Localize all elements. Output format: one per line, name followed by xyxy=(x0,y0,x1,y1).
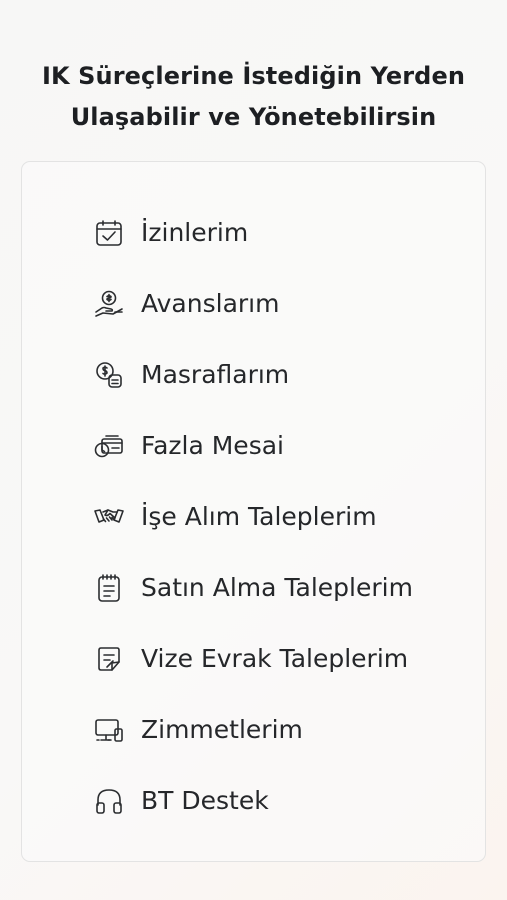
menu-item-label: Avanslarım xyxy=(141,289,280,318)
menu-item-izinlerim[interactable]: İzinlerim xyxy=(92,197,413,268)
clock-money-icon xyxy=(92,429,126,463)
monitor-device-icon xyxy=(92,713,126,747)
menu-item-label: Zimmetlerim xyxy=(141,715,303,744)
menu-item-label: İşe Alım Taleplerim xyxy=(141,502,377,531)
menu-item-vize-evrak-taleplerim[interactable]: Vize Evrak Taleplerim xyxy=(92,623,413,694)
menu-item-ise-alim-taleplerim[interactable]: İşe Alım Taleplerim xyxy=(92,481,413,552)
menu-item-fazla-mesai[interactable]: Fazla Mesai xyxy=(92,410,413,481)
headset-icon xyxy=(92,784,126,818)
menu-item-masraflarim[interactable]: Masraflarım xyxy=(92,339,413,410)
coin-receipt-icon xyxy=(92,358,126,392)
hr-menu-list: İzinlerim Avanslarım Masraflarım Fazla M… xyxy=(92,197,413,836)
menu-item-label: İzinlerim xyxy=(141,218,249,247)
calendar-check-icon xyxy=(92,216,126,250)
menu-item-label: Masraflarım xyxy=(141,360,290,389)
menu-item-label: Fazla Mesai xyxy=(141,431,284,460)
menu-item-label: BT Destek xyxy=(141,786,269,815)
menu-item-label: Satın Alma Taleplerim xyxy=(141,573,413,602)
menu-item-avanslarim[interactable]: Avanslarım xyxy=(92,268,413,339)
menu-item-label: Vize Evrak Taleplerim xyxy=(141,644,409,673)
handshake-icon xyxy=(92,500,126,534)
clipboard-list-icon xyxy=(92,571,126,605)
menu-item-zimmetlerim[interactable]: Zimmetlerim xyxy=(92,694,413,765)
page-headline: IK Süreçlerine İstediğin Yerden Ulaşabil… xyxy=(0,56,507,138)
menu-item-satin-alma-taleplerim[interactable]: Satın Alma Taleplerim xyxy=(92,552,413,623)
menu-item-bt-destek[interactable]: BT Destek xyxy=(92,765,413,836)
headline-line-1: IK Süreçlerine İstediğin Yerden xyxy=(41,62,466,91)
document-edit-icon xyxy=(92,642,126,676)
menu-card: İzinlerim Avanslarım Masraflarım Fazla M… xyxy=(21,161,486,862)
hand-coin-icon xyxy=(92,287,126,321)
headline-line-2: Ulaşabilir ve Yönetebilirsin xyxy=(70,103,437,132)
